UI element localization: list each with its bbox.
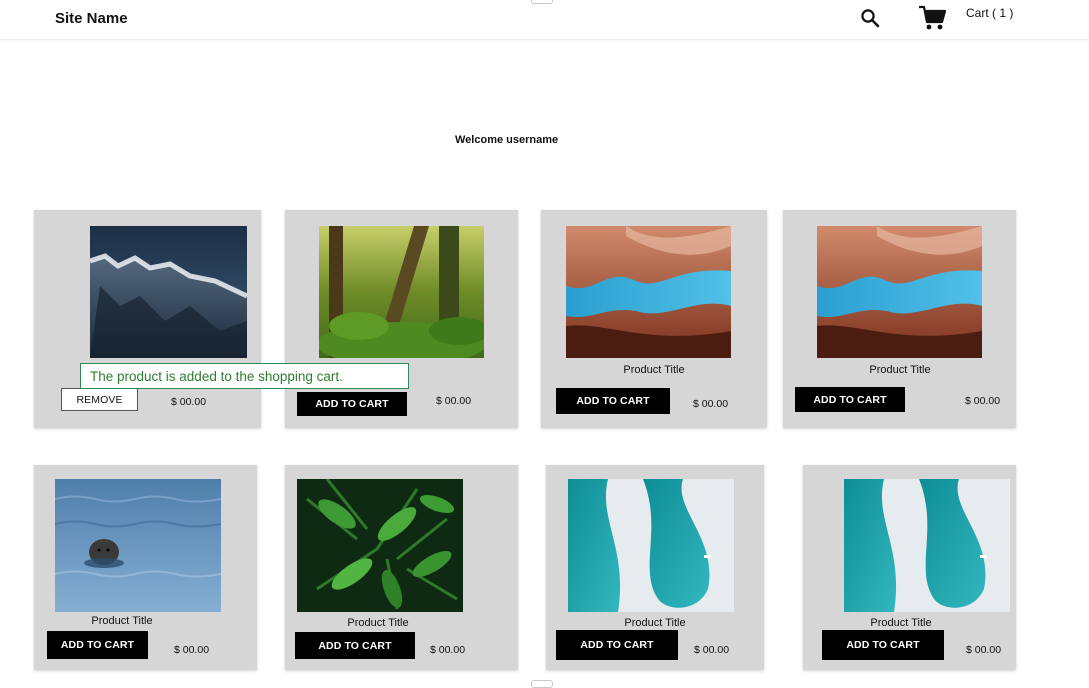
product-title: Product Title [624,617,686,629]
product-card: Product Title ADD TO CART $ 00.00 [541,210,767,428]
product-price: $ 00.00 [174,644,210,656]
product-image[interactable] [319,226,484,358]
product-price: $ 00.00 [430,644,466,656]
product-card: Product Title ADD TO CART $ 00.00 [34,465,257,670]
product-price: $ 00.00 [965,395,1001,407]
add-to-cart-button[interactable]: ADD TO CART [47,631,148,659]
add-to-cart-button[interactable]: ADD TO CART [297,392,407,416]
product-image[interactable] [297,479,463,612]
welcome-message: Welcome username [455,134,559,146]
product-title: Product Title [91,615,153,627]
product-image[interactable] [90,226,247,358]
cart-link[interactable]: Cart ( 1 ) [966,6,1013,20]
product-card: Product Title ADD TO CART $ 00.00 [546,465,764,670]
product-price: $ 00.00 [966,644,1002,656]
add-to-cart-button[interactable]: ADD TO CART [822,630,944,660]
scroll-handle-top[interactable] [531,0,553,4]
product-price: $ 00.00 [694,644,730,656]
product-price: $ 00.00 [436,395,472,407]
add-to-cart-button[interactable]: ADD TO CART [556,388,670,414]
product-card: Product Title ADD TO CART $ 00.00 [783,210,1016,428]
add-to-cart-button[interactable]: ADD TO CART [795,387,905,412]
product-image[interactable] [55,479,221,612]
search-icon[interactable] [860,8,880,28]
add-to-cart-button[interactable]: ADD TO CART [556,630,678,660]
product-card: Product Title ADD TO CART $ 00.00 [803,465,1016,670]
product-image[interactable] [566,226,731,358]
product-title: Product Title [347,617,409,629]
product-card: Product Title ADD TO CART $ 00.00 [285,465,518,670]
shopping-cart-icon[interactable] [918,5,947,31]
product-image[interactable] [817,226,982,358]
product-card: REMOVE $ 00.00 [34,210,261,428]
added-to-cart-notification: The product is added to the shopping car… [80,363,409,389]
scroll-handle-bottom[interactable] [531,680,553,688]
product-price: $ 00.00 [171,396,207,408]
product-image[interactable] [844,479,1010,612]
product-price: $ 00.00 [693,398,729,410]
remove-button[interactable]: REMOVE [61,388,138,411]
product-image[interactable] [568,479,734,612]
top-navbar: Site Name Cart ( 1 ) [0,0,1089,40]
product-title: Product Title [870,617,932,629]
add-to-cart-button[interactable]: ADD TO CART [295,632,415,659]
product-title: Product Title [623,364,685,376]
product-title: Product Title [869,364,931,376]
product-card: tle ADD TO CART $ 00.00 [285,210,518,428]
site-name[interactable]: Site Name [55,10,128,27]
